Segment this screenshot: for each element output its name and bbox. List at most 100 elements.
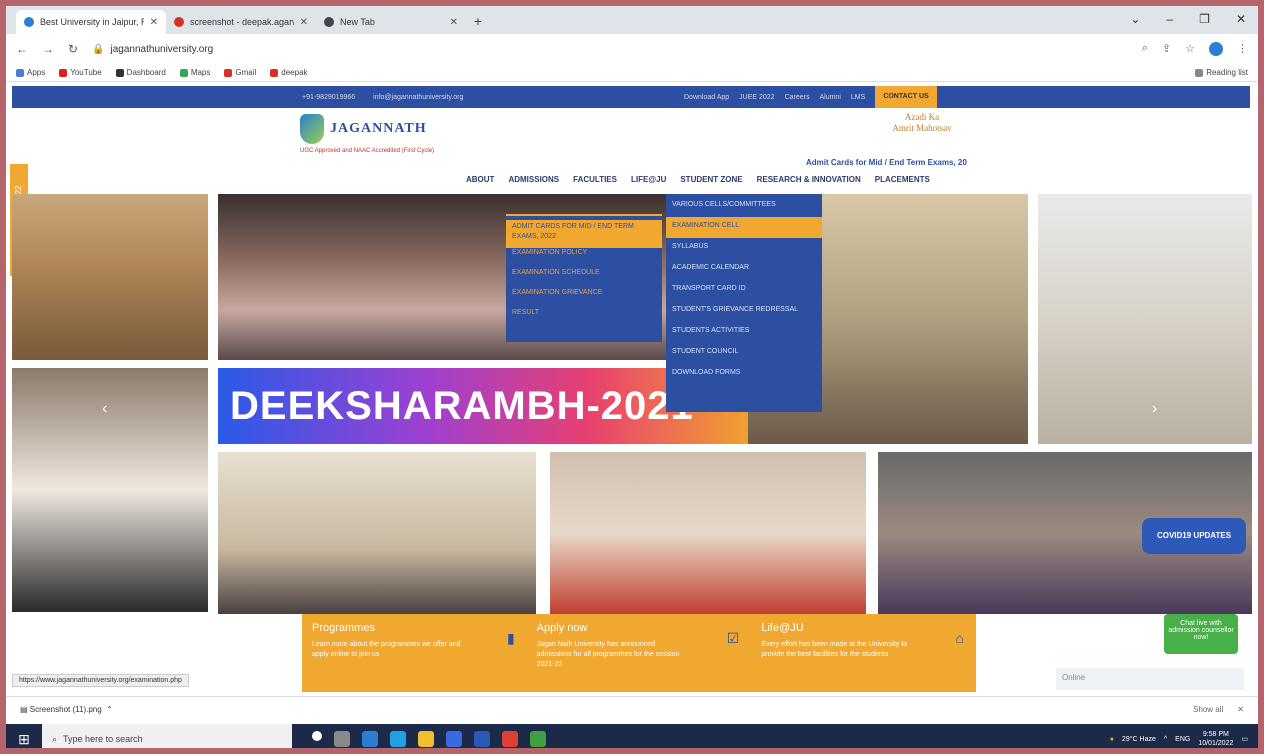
clock[interactable]: 9:58 PM 10/01/2022	[1198, 730, 1233, 748]
book-icon: ▮	[506, 630, 515, 646]
chat-widget[interactable]: Chat live with admission counsellor now!	[1164, 614, 1238, 654]
card-programmes[interactable]: Programmes Learn more about the programm…	[302, 614, 527, 692]
card-text: Jagan Nath University has announced admi…	[536, 641, 680, 668]
close-tab-icon[interactable]: ✕	[300, 17, 308, 28]
reading-list[interactable]: Reading list	[1195, 68, 1248, 77]
show-all-button[interactable]: Show all	[1193, 705, 1223, 714]
submenu-exam-grievance[interactable]: EXAMINATION GRIEVANCE	[512, 288, 656, 308]
close-window-button[interactable]: ✕	[1236, 12, 1246, 26]
url-field[interactable]: 🔒 jagannathuniversity.org	[92, 38, 1128, 60]
minimize-button[interactable]: –	[1166, 12, 1173, 26]
forward-icon[interactable]: →	[42, 42, 54, 56]
close-tab-icon[interactable]: ✕	[450, 17, 458, 28]
tab-title: New Tab	[340, 17, 375, 27]
menu-academic-calendar[interactable]: ACADEMIC CALENDAR	[672, 259, 816, 280]
card-life-ju[interactable]: Life@JU Every effort has been made at th…	[751, 614, 976, 692]
university-favicon-icon	[24, 17, 34, 27]
lang-indicator[interactable]: ENG	[1175, 736, 1190, 743]
submenu-exam-policy[interactable]: EXAMINATION POLICY	[512, 248, 656, 268]
news-ticker[interactable]: Admit Cards for Mid / End Term Exams, 20	[806, 158, 967, 167]
phone-link[interactable]: +91-9829019966	[302, 94, 355, 101]
weather-text[interactable]: 29°C Haze	[1122, 736, 1156, 743]
main-nav: ABOUT ADMISSIONS FACULTIES LIFE@JU STUDE…	[466, 175, 930, 184]
slider-prev-icon[interactable]: ‹	[102, 400, 107, 418]
tab-title: screenshot - deepak.agarwal@	[190, 17, 294, 27]
new-tab-button[interactable]: +	[466, 10, 490, 34]
photo-felicitation	[550, 452, 866, 614]
close-downloads-icon[interactable]: ✕	[1237, 705, 1244, 714]
juee-link[interactable]: JUEE 2022	[739, 94, 774, 101]
tab-jagannath[interactable]: Best University in Jaipur, Rajasth ✕	[16, 10, 166, 34]
submenu-exam-schedule[interactable]: EXAMINATION SCHEDULE	[512, 268, 656, 288]
download-file[interactable]: Screenshot (11).png	[30, 705, 102, 714]
file-icon: ▤	[20, 705, 30, 714]
bookmark-gmail[interactable]: Gmail	[224, 68, 256, 77]
menu-student-council[interactable]: STUDENT COUNCIL	[672, 343, 816, 364]
taskbar-search[interactable]: ⌕ Type here to search	[42, 724, 292, 748]
bookmark-apps[interactable]: Apps	[16, 68, 45, 77]
task-view-icon[interactable]	[334, 731, 350, 747]
menu-grievance[interactable]: STUDENT'S GRIEVANCE REDRESSAL	[672, 301, 816, 322]
bookmark-deepak[interactable]: deepak	[270, 68, 308, 77]
photo-speaker	[12, 368, 208, 612]
menu-transport-card[interactable]: TRANSPORT CARD ID	[672, 280, 816, 301]
menu-exam-cell[interactable]: EXAMINATION CELL	[666, 217, 822, 238]
logo-text: JAGANNATH	[330, 121, 427, 136]
alumni-link[interactable]: Alumni	[819, 94, 840, 101]
windows-start-icon[interactable]: ⊞	[6, 731, 42, 748]
close-tab-icon[interactable]: ✕	[150, 17, 158, 28]
zoom-icon[interactable]: ⌕	[1142, 42, 1148, 56]
covid-updates-button[interactable]: COVID19 UPDATES	[1142, 518, 1246, 554]
back-icon[interactable]: ←	[16, 42, 28, 56]
menu-student-activities[interactable]: STUDENTS ACTIVITIES	[672, 322, 816, 343]
profile-avatar[interactable]	[1209, 42, 1223, 56]
security-icon[interactable]	[530, 731, 546, 747]
chevron-up-icon[interactable]: ⌃	[102, 705, 113, 714]
maximize-button[interactable]: ❐	[1199, 12, 1210, 26]
cortana-icon[interactable]	[312, 731, 322, 741]
email-link[interactable]: info@jagannathuniversity.org	[373, 94, 463, 101]
edge-icon[interactable]	[390, 731, 406, 747]
nav-life[interactable]: LIFE@JU	[631, 175, 666, 184]
newtab-favicon-icon	[324, 17, 334, 27]
tab-gmail[interactable]: screenshot - deepak.agarwal@ ✕	[166, 10, 316, 34]
outlook-icon[interactable]	[362, 731, 378, 747]
photo-stage	[218, 452, 536, 614]
menu-icon[interactable]: ⋮	[1237, 42, 1248, 56]
menu-download-forms[interactable]: DOWNLOAD FORMS	[672, 364, 816, 385]
bookmark-youtube[interactable]: YouTube	[59, 68, 102, 77]
share-icon[interactable]: ⇪	[1162, 42, 1171, 56]
tab-search-icon[interactable]: ⌄	[1130, 12, 1140, 26]
nav-faculties[interactable]: FACULTIES	[573, 175, 617, 184]
nav-admissions[interactable]: ADMISSIONS	[508, 175, 559, 184]
submenu-result[interactable]: RESULT	[512, 308, 656, 328]
chrome-icon[interactable]	[502, 731, 518, 747]
home-icon: ⌂	[955, 630, 965, 646]
menu-syllabus[interactable]: SYLLABUS	[672, 238, 816, 259]
nav-about[interactable]: ABOUT	[466, 175, 494, 184]
nav-student-zone[interactable]: STUDENT ZONE	[680, 175, 742, 184]
card-apply-now[interactable]: Apply now Jagan Nath University has anno…	[527, 614, 752, 692]
azadi-logo: Azadi Ka Amrit Mahotsav	[874, 112, 970, 148]
file-explorer-icon[interactable]	[418, 731, 434, 747]
lms-link[interactable]: LMS	[851, 94, 865, 101]
slider-next-icon[interactable]: ›	[1152, 400, 1157, 418]
mail-icon[interactable]	[474, 731, 490, 747]
menu-cells[interactable]: VARIOUS CELLS/COMMITTEES	[672, 196, 816, 217]
store-icon[interactable]	[446, 731, 462, 747]
careers-link[interactable]: Careers	[785, 94, 810, 101]
reload-icon[interactable]: ↻	[68, 42, 78, 56]
submenu-admit-cards[interactable]: ADMIT CARDS FOR MID / END TERM EXAMS, 20…	[506, 220, 662, 248]
download-app-link[interactable]: Download App	[684, 94, 729, 101]
tray-chevron-icon[interactable]: ^	[1164, 736, 1167, 743]
notification-icon[interactable]: ▭	[1241, 735, 1248, 743]
bookmark-star-icon[interactable]: ☆	[1185, 42, 1195, 56]
online-chat-bar[interactable]: Online	[1056, 668, 1244, 690]
nav-research[interactable]: RESEARCH & INNOVATION	[757, 175, 861, 184]
tab-new[interactable]: New Tab ✕	[316, 10, 466, 34]
university-logo[interactable]: JAGANNATH	[300, 114, 427, 144]
nav-placements[interactable]: PLACEMENTS	[875, 175, 930, 184]
bookmark-dashboard[interactable]: Dashboard	[115, 68, 166, 77]
contact-us-button[interactable]: CONTACT US	[875, 86, 937, 108]
bookmark-maps[interactable]: Maps	[179, 68, 210, 77]
